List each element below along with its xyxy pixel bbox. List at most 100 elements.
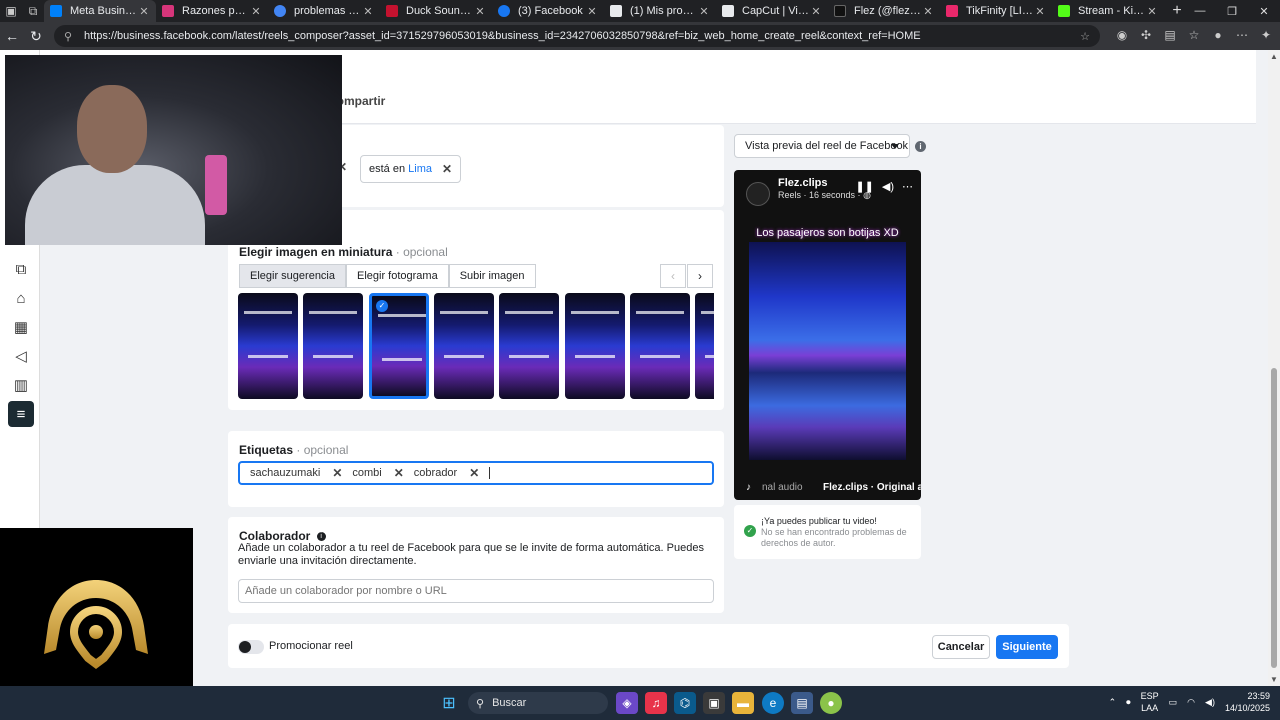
insights-chart-icon[interactable]: ▥ [8, 372, 34, 398]
tab-duck-soundboard[interactable]: Duck Soundboard ✕ [380, 0, 492, 22]
thumbnail-option[interactable] [303, 293, 363, 399]
thumbnail-option[interactable] [499, 293, 559, 399]
next-button[interactable]: Siguiente [996, 635, 1058, 659]
close-tab-icon[interactable]: ✕ [474, 5, 486, 18]
collaborator-input[interactable] [238, 579, 714, 603]
tab-choose-suggestion[interactable]: Elegir sugerencia [239, 264, 346, 288]
close-window-icon[interactable]: ✕ [1248, 0, 1280, 22]
preview-dropdown[interactable]: Vista previa del reel de Facebook [734, 134, 910, 158]
scroll-thumb[interactable] [1271, 368, 1277, 668]
more-options-icon[interactable]: ⋯ [902, 180, 913, 193]
window-menu-icon[interactable]: ▣ [0, 0, 22, 22]
tab-tikfinity[interactable]: TikFinity [LIVE] [1 V ✕ [940, 0, 1052, 22]
file-explorer-icon[interactable]: ▬ [732, 692, 754, 714]
tags-input[interactable]: sachauzumaki ✕ combi ✕ cobrador ✕ [238, 461, 714, 485]
tab-upload-image[interactable]: Subir imagen [448, 264, 536, 288]
next-thumbnails-button[interactable]: › [687, 264, 713, 288]
close-tab-icon[interactable]: ✕ [810, 5, 822, 18]
close-tab-icon[interactable]: ✕ [250, 5, 262, 18]
tab-capcut[interactable]: CapCut | Video Edit ✕ [716, 0, 828, 22]
tab-facebook[interactable]: (3) Facebook ✕ [492, 0, 604, 22]
page-scrollbar[interactable]: ▲ ▼ [1268, 50, 1280, 686]
all-tools-menu-icon[interactable]: ≡ [8, 401, 34, 427]
thumbnail-option[interactable] [565, 293, 625, 399]
preview-dropdown-label: Vista previa del reel de Facebook [745, 140, 909, 152]
windows-start-icon[interactable]: ⊞ [438, 692, 460, 714]
thumbnail-option[interactable] [434, 293, 494, 399]
back-arrow-icon[interactable]: ← [0, 28, 24, 44]
tab-razones[interactable]: Razones por las que ✕ [156, 0, 268, 22]
language-indicator[interactable]: ESP LAA [1141, 690, 1159, 714]
app-icon[interactable]: ● [820, 692, 842, 714]
thumbnail-option[interactable] [630, 293, 690, 399]
pause-icon[interactable]: ❚❚ [855, 180, 873, 193]
tab-mis-proyectos[interactable]: (1) Mis proyectos ✕ [604, 0, 716, 22]
promote-toggle[interactable] [238, 640, 264, 654]
remove-tag-icon[interactable]: ✕ [469, 466, 479, 480]
thumbnail-option[interactable] [238, 293, 298, 399]
chevron-up-icon[interactable]: ⌃ [1109, 697, 1117, 708]
monitor-icon[interactable]: ▭ [1169, 697, 1178, 708]
favorites-icon[interactable]: ☆ [1186, 26, 1202, 44]
network-app-icon[interactable]: ⌬ [674, 692, 696, 714]
close-tab-icon[interactable]: ✕ [698, 5, 710, 18]
music-app-icon[interactable]: ♫ [645, 692, 667, 714]
collaborator-heading: Colaborador i [239, 529, 326, 543]
cancel-button[interactable]: Cancelar [932, 635, 990, 659]
minimize-icon[interactable]: — [1184, 0, 1216, 22]
close-tab-icon[interactable]: ✕ [1146, 5, 1158, 18]
clock[interactable]: 23:59 14/10/2025 [1225, 690, 1270, 714]
scroll-up-icon[interactable]: ▲ [1268, 52, 1280, 61]
close-tab-icon[interactable]: ✕ [138, 5, 150, 18]
tab-tiktok-flez[interactable]: Flez (@flezdx) está ✕ [828, 0, 940, 22]
copilot-app-icon[interactable]: ◈ [616, 692, 638, 714]
tag-icon[interactable]: ⌂ [8, 285, 34, 311]
scroll-down-icon[interactable]: ▼ [1268, 675, 1280, 684]
extension-icon[interactable]: ◉ [1114, 26, 1130, 44]
profile-avatar-icon[interactable]: ● [1210, 26, 1226, 44]
copilot-icon[interactable]: ✦ [1258, 26, 1274, 44]
speaker-icon[interactable]: ◀) [1205, 697, 1215, 708]
location-city[interactable]: Lima [408, 163, 432, 175]
url-field[interactable]: ⚲ https://business.facebook.com/latest/r… [54, 25, 1100, 47]
restore-icon[interactable]: ❐ [1216, 0, 1248, 22]
video-frame[interactable] [749, 242, 906, 460]
audio-label: nal audio [762, 482, 803, 493]
thumbnail-option[interactable] [695, 293, 714, 399]
close-tab-icon[interactable]: ✕ [1034, 5, 1046, 18]
close-tab-icon[interactable]: ✕ [922, 5, 934, 18]
publish-status-note: No se han encontrado problemas de derech… [761, 527, 907, 548]
megaphone-icon[interactable]: ◁ [8, 343, 34, 369]
remove-tag-icon[interactable]: ✕ [394, 466, 404, 480]
tab-kick[interactable]: Stream - Kick Dash ✕ [1052, 0, 1164, 22]
thumbnail-option-selected[interactable]: ✓ [369, 293, 429, 399]
prev-thumbnails-button[interactable]: ‹ [660, 264, 686, 288]
bookmark-star-icon[interactable]: ☆ [1080, 30, 1090, 43]
app-icon[interactable]: ▤ [791, 692, 813, 714]
more-menu-icon[interactable]: ⋯ [1234, 26, 1250, 44]
wifi-icon[interactable]: ◠ [1187, 697, 1195, 708]
taskbar-search[interactable]: ⚲ Buscar [468, 692, 608, 714]
remove-location-icon[interactable]: ✕ [442, 162, 452, 176]
split-screen-icon[interactable]: ▤ [1162, 26, 1178, 44]
close-tab-icon[interactable]: ✕ [586, 5, 598, 18]
tab-meta-business[interactable]: Meta Business ✕ [44, 0, 156, 22]
microphone-icon[interactable]: ⏺ [1126, 697, 1131, 708]
info-icon[interactable]: i [316, 532, 326, 542]
reload-icon[interactable]: ↻ [24, 28, 48, 45]
volume-icon[interactable]: ◀) [882, 180, 894, 193]
remove-tag-icon[interactable]: ✕ [332, 466, 342, 480]
site-info-icon[interactable]: ⚲ [64, 30, 76, 43]
edge-browser-icon[interactable]: e [762, 692, 784, 714]
tab-actions-icon[interactable]: ⧉ [22, 0, 44, 22]
tab-problemas[interactable]: problemas con poli ✕ [268, 0, 380, 22]
puzzle-icon[interactable]: ✣ [1138, 26, 1154, 44]
table-icon[interactable]: ▦ [8, 314, 34, 340]
store-app-icon[interactable]: ▣ [703, 692, 725, 714]
pages-icon[interactable]: ⧉ [8, 256, 34, 282]
tab-choose-frame[interactable]: Elegir fotograma [346, 264, 449, 288]
close-tab-icon[interactable]: ✕ [362, 5, 374, 18]
location-text: está en Lima [369, 163, 432, 175]
info-icon[interactable]: i [915, 141, 926, 152]
chevron-left-icon: ‹ [671, 269, 675, 283]
